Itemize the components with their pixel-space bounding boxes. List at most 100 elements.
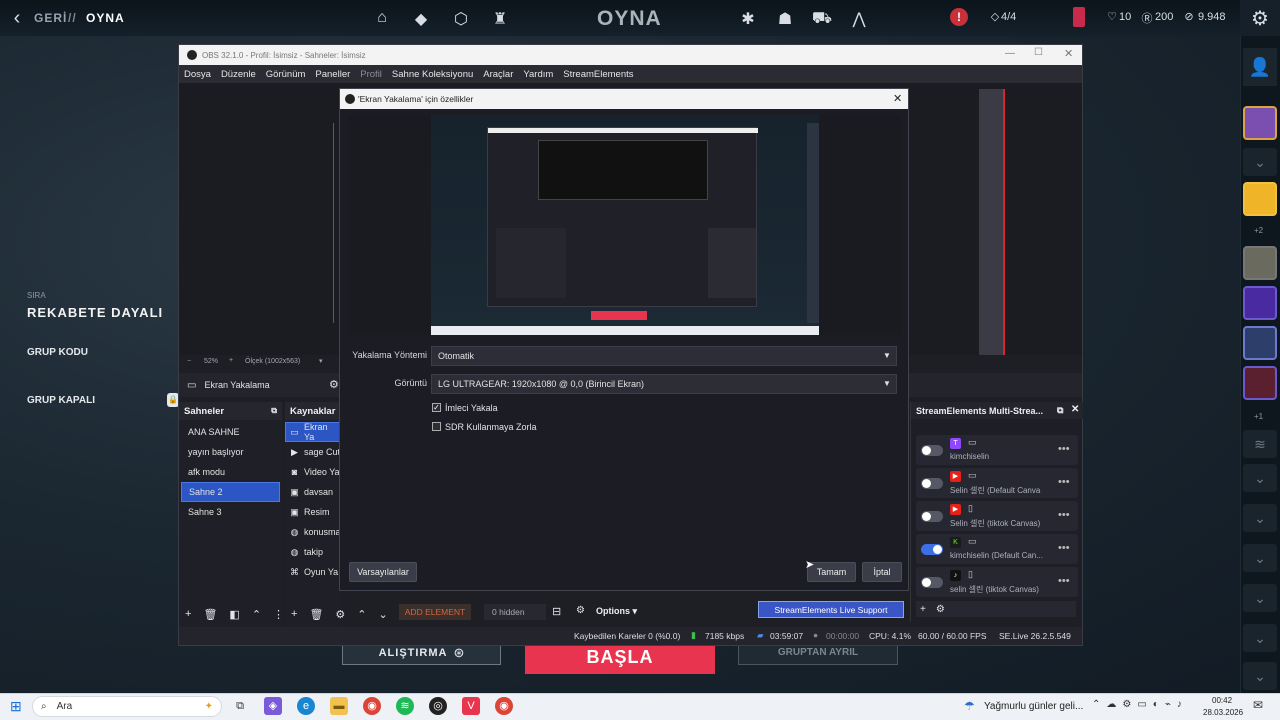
crosshair-nav-icon[interactable]: ✱ xyxy=(737,9,759,29)
rank-nav-icon[interactable]: ⬡ xyxy=(450,9,472,29)
minimize-icon[interactable]: — xyxy=(1005,48,1015,59)
menu-edit[interactable]: Düzenle xyxy=(221,69,256,80)
list-item-selected[interactable]: ▭ Ekran Ya xyxy=(285,422,341,442)
menu-scene-collection[interactable]: Sahne Koleksiyonu xyxy=(392,69,473,80)
agents-nav-icon[interactable]: ☗ xyxy=(774,9,796,29)
defaults-button[interactable]: Varsayılanlar xyxy=(349,562,417,582)
obs-taskbar-icon[interactable]: ◎ xyxy=(429,697,447,715)
weather-text[interactable]: Yağmurlu günler geli... xyxy=(984,701,1083,712)
menu-view[interactable]: Görünüm xyxy=(266,69,306,80)
list-item[interactable]: afk modu xyxy=(181,462,280,482)
chevron-down-icon[interactable]: ⌄ xyxy=(1243,148,1277,176)
notification-icon[interactable]: ✉ xyxy=(1253,698,1263,712)
file-explorer-icon[interactable]: ▬ xyxy=(330,697,348,715)
canvas-size[interactable]: Ölçek (1002x563) xyxy=(245,358,300,365)
zoom-out-icon[interactable]: − xyxy=(187,358,191,365)
trophy-nav-icon[interactable]: ♜ xyxy=(489,9,511,29)
avatar[interactable] xyxy=(1243,286,1277,320)
source-properties-gear-icon[interactable]: ⚙ xyxy=(329,378,339,391)
element-settings-icon[interactable]: ⚙ xyxy=(576,605,585,616)
output-toggle[interactable] xyxy=(921,511,943,522)
signal-icon[interactable]: ≋ xyxy=(1243,430,1277,458)
chevron-down-icon[interactable]: ⌄ xyxy=(1243,544,1277,572)
battlepass-icon[interactable]: ⋀ xyxy=(848,9,870,29)
group-code-button[interactable]: GRUP KODU xyxy=(27,347,88,358)
menu-profile[interactable]: Profil xyxy=(360,69,382,80)
dock-menu-icon[interactable]: ⧉ xyxy=(271,406,277,416)
list-item-selected[interactable]: Sahne 2 xyxy=(181,482,280,502)
menu-file[interactable]: Dosya xyxy=(184,69,211,80)
move-up-icon[interactable]: ⌃ xyxy=(357,608,366,621)
list-item[interactable]: Sahne 3 xyxy=(181,502,280,522)
chrome-icon[interactable]: ◉ xyxy=(363,697,381,715)
output-toggle[interactable] xyxy=(921,445,943,456)
spotify-icon[interactable]: ≋ xyxy=(396,697,414,715)
back-label[interactable]: GERİ xyxy=(34,11,67,25)
avatar[interactable] xyxy=(1243,366,1277,400)
add-source-icon[interactable]: + xyxy=(291,608,297,620)
copilot-icon[interactable]: ◈ xyxy=(264,697,282,715)
menu-tools[interactable]: Araçlar xyxy=(483,69,513,80)
list-item[interactable]: ◍ takip xyxy=(285,542,341,562)
remove-source-icon[interactable]: 🗑 xyxy=(309,608,323,621)
move-up-icon[interactable]: ⌃ xyxy=(252,608,261,621)
avatar[interactable] xyxy=(1243,246,1277,280)
store-cart-icon[interactable]: ⛟ xyxy=(811,9,833,29)
list-item[interactable]: ▣ davsan xyxy=(285,482,341,502)
list-item[interactable]: ⌘ Oyun Ya xyxy=(285,562,341,582)
se-settings-gear-icon[interactable]: ⚙ xyxy=(936,604,945,615)
settings-gear-icon[interactable]: ⚙ xyxy=(1249,6,1271,31)
list-item[interactable]: yayın başlıyor xyxy=(181,442,280,462)
group-closed-toggle[interactable]: GRUP KAPALI xyxy=(27,395,95,406)
zoom-in-icon[interactable]: + xyxy=(229,357,233,364)
close-icon[interactable]: ✕ xyxy=(1071,404,1079,415)
list-item[interactable]: ◙ Video Ya xyxy=(285,462,341,482)
alert-icon[interactable]: ! xyxy=(950,8,968,26)
close-icon[interactable]: ✕ xyxy=(1064,47,1073,60)
zoom-dropdown-icon[interactable]: ▾ xyxy=(319,357,323,365)
list-item[interactable]: ▶ sage Cut xyxy=(285,442,341,462)
hidden-count[interactable]: 0 hidden xyxy=(484,604,546,620)
display-select[interactable]: LG ULTRAGEAR: 1920x1080 @ 0,0 (Birincil … xyxy=(431,374,897,394)
list-item[interactable]: ◍ konusma xyxy=(285,522,341,542)
task-view-icon[interactable]: ⧉ xyxy=(231,697,249,715)
clock-date[interactable]: 28.03.2026 xyxy=(1203,708,1243,717)
windows-start-icon[interactable]: ⊞ xyxy=(10,698,22,715)
close-icon[interactable]: ✕ xyxy=(893,92,902,105)
add-scene-icon[interactable]: + xyxy=(185,608,191,620)
add-friend-icon[interactable]: 👤 xyxy=(1243,48,1277,86)
queue-value[interactable]: REKABETE DAYALI xyxy=(27,305,163,320)
scene-filter-icon[interactable]: ◧ xyxy=(229,608,239,621)
maximize-icon[interactable]: ☐ xyxy=(1034,47,1043,58)
menu-help[interactable]: Yardım xyxy=(523,69,553,80)
avatar[interactable] xyxy=(1243,106,1277,140)
list-item[interactable]: ▣ Resim xyxy=(285,502,341,522)
layout-icon[interactable]: ⊟ xyxy=(552,605,561,618)
remove-scene-icon[interactable]: 🗑 xyxy=(203,608,217,621)
output-toggle[interactable] xyxy=(921,478,943,489)
add-element-button[interactable]: ADD ELEMENT xyxy=(399,604,471,620)
source-settings-gear-icon[interactable]: ⚙ xyxy=(335,608,345,621)
avatar[interactable] xyxy=(1243,182,1277,216)
chrome-icon[interactable]: ◉ xyxy=(495,697,513,715)
diamond-nav-icon[interactable]: ◆ xyxy=(410,9,432,29)
more-options-icon[interactable]: ••• xyxy=(1058,476,1070,488)
chevron-down-icon[interactable]: ⌄ xyxy=(1243,624,1277,652)
chevron-down-icon[interactable]: ⌄ xyxy=(1243,464,1277,492)
move-down-icon[interactable]: ⌄ xyxy=(379,608,388,621)
se-live-support-button[interactable]: StreamElements Live Support xyxy=(758,601,904,618)
menu-streamelements[interactable]: StreamElements xyxy=(563,69,633,80)
output-toggle[interactable] xyxy=(921,544,943,555)
add-output-icon[interactable]: + xyxy=(920,604,926,615)
output-toggle[interactable] xyxy=(921,577,943,588)
sdr-checkbox[interactable] xyxy=(432,422,441,431)
avatar[interactable] xyxy=(1243,326,1277,360)
back-arrow-icon[interactable]: ‹ xyxy=(6,7,28,30)
chevron-down-icon[interactable]: ⌄ xyxy=(1243,504,1277,532)
capture-method-select[interactable]: Otomatik ▼ xyxy=(431,346,897,366)
more-options-icon[interactable]: ••• xyxy=(1058,542,1070,554)
menu-docks[interactable]: Paneller xyxy=(315,69,350,80)
ok-button[interactable]: Tamam xyxy=(807,562,856,582)
edge-browser-icon[interactable]: e xyxy=(297,697,315,715)
more-options-icon[interactable]: ••• xyxy=(1058,443,1070,455)
